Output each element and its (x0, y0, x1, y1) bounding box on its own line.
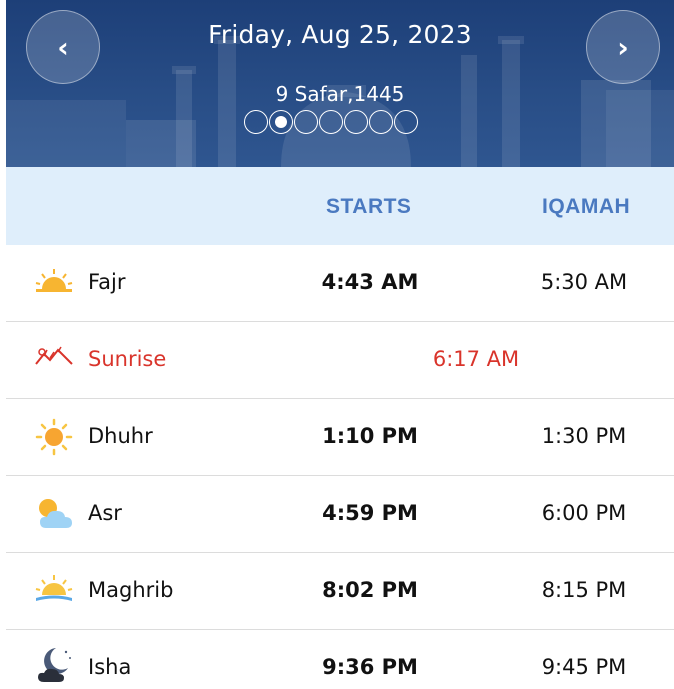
sunrise-time: 6:17 AM (432, 347, 520, 371)
sunrise-horizon-icon (35, 269, 73, 292)
prayer-name: Isha (88, 655, 132, 679)
pager-dot[interactable] (244, 110, 268, 134)
iqamah-time: 6:00 PM (541, 501, 627, 525)
start-time: 8:02 PM (322, 578, 418, 602)
column-header-bar: STARTS IQAMAH (6, 167, 674, 245)
iqamah-time: 1:30 PM (541, 424, 627, 448)
sun-icon (35, 418, 73, 456)
prayer-name: Dhuhr (88, 424, 153, 448)
pager-dot[interactable] (344, 110, 368, 134)
prayer-name: Maghrib (88, 578, 174, 602)
prayer-row-sunrise[interactable]: Sunrise 6:17 AM (6, 322, 674, 399)
hijri-date: 9 Safar,1445 (275, 82, 405, 106)
prayer-name: Asr (88, 501, 122, 525)
day-pager (244, 110, 418, 134)
pager-dot[interactable] (294, 110, 318, 134)
prayer-name: Fajr (88, 270, 126, 294)
prayer-name: Sunrise (88, 347, 167, 371)
gregorian-date: Friday, Aug 25, 2023 (208, 20, 472, 49)
pager-dot[interactable] (394, 110, 418, 134)
sunset-icon (35, 575, 73, 601)
iqamah-time: 5:30 AM (540, 270, 628, 294)
starts-column-header: STARTS (326, 195, 412, 218)
prayer-row-dhuhr[interactable]: Dhuhr 1:10 PM 1:30 PM (6, 399, 674, 476)
start-time: 4:59 PM (322, 501, 418, 525)
pager-dot[interactable] (319, 110, 343, 134)
start-time: 1:10 PM (322, 424, 418, 448)
pager-dot-active[interactable] (269, 110, 293, 134)
prayer-row-isha[interactable]: Isha 9:36 PM 9:45 PM (6, 630, 674, 689)
pager-dot[interactable] (369, 110, 393, 134)
prayer-times-screen: ‹ › Friday, Aug 25, 2023 9 Safar,1445 ST… (0, 0, 674, 689)
prayer-row-asr[interactable]: Asr 4:59 PM 6:00 PM (6, 476, 674, 553)
prayer-row-maghrib[interactable]: Maghrib 8:02 PM 8:15 PM (6, 553, 674, 630)
iqamah-column-header: IQAMAH (542, 195, 631, 218)
iqamah-time: 9:45 PM (541, 655, 627, 679)
date-header: ‹ › Friday, Aug 25, 2023 9 Safar,1445 (6, 0, 674, 167)
iqamah-time: 8:15 PM (541, 578, 627, 602)
moon-cloud-icon (38, 648, 71, 682)
sun-cloud-icon (39, 499, 72, 528)
sunrise-mountain-icon (35, 346, 73, 365)
start-time: 4:43 AM (321, 270, 419, 294)
prayer-row-fajr[interactable]: Fajr 4:43 AM 5:30 AM (6, 245, 674, 322)
start-time: 9:36 PM (322, 655, 418, 679)
